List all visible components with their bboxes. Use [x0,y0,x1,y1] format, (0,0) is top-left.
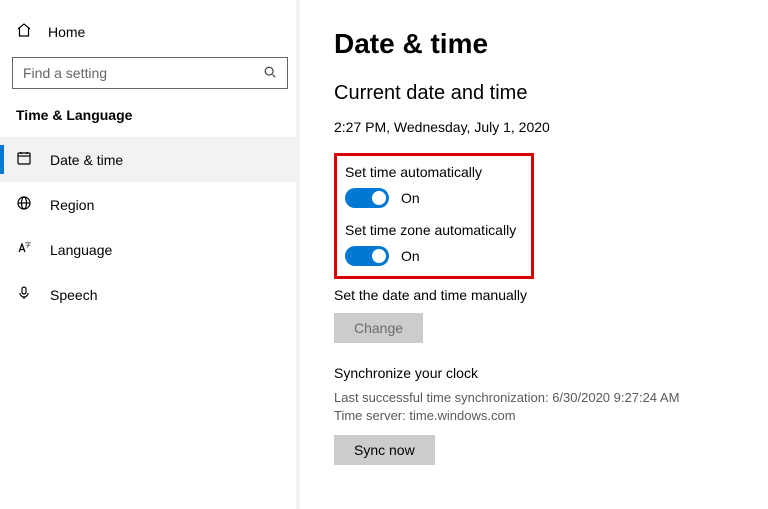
set-tz-auto-toggle[interactable] [345,246,389,266]
page-title: Date & time [334,28,744,60]
sidebar: Home Time & Language Date & time [0,0,300,509]
sidebar-item-label: Region [50,197,94,213]
set-time-auto-toggle[interactable] [345,188,389,208]
microphone-icon [16,285,32,304]
section-current-dt: Current date and time [334,82,744,105]
language-icon: 字 [16,240,32,259]
set-tz-auto-state: On [401,248,420,264]
sidebar-item-language[interactable]: 字 Language [0,227,300,272]
search-icon [263,65,277,82]
home-label: Home [48,24,85,40]
nav-list: Date & time Region 字 Language [0,137,300,317]
sync-info: Last successful time synchronization: 6/… [334,389,744,425]
category-heading: Time & Language [0,107,300,137]
sync-server: Time server: time.windows.com [334,407,744,425]
home-link[interactable]: Home [0,14,300,57]
change-button: Change [334,313,423,343]
set-time-auto-toggle-row: On [345,188,519,208]
sidebar-item-speech[interactable]: Speech [0,272,300,317]
main-content: Date & time Current date and time 2:27 P… [300,0,768,509]
sidebar-item-label: Speech [50,287,97,303]
sync-now-button[interactable]: Sync now [334,435,435,465]
home-icon [16,22,32,41]
set-tz-auto-toggle-row: On [345,246,519,266]
sidebar-item-region[interactable]: Region [0,182,300,227]
set-manual-label: Set the date and time manually [334,287,744,303]
highlight-box: Set time automatically On Set time zone … [334,153,534,279]
svg-text:字: 字 [25,241,31,249]
sidebar-item-date-time[interactable]: Date & time [0,137,300,182]
set-time-auto-label: Set time automatically [345,164,519,180]
sync-last: Last successful time synchronization: 6/… [334,389,744,407]
set-time-auto-state: On [401,190,420,206]
sidebar-item-label: Language [50,242,112,258]
globe-icon [16,195,32,214]
current-datetime: 2:27 PM, Wednesday, July 1, 2020 [334,119,744,135]
sync-section: Synchronize your clock Last successful t… [334,365,744,487]
clock-icon [16,150,32,169]
sync-title: Synchronize your clock [334,365,744,381]
search-box[interactable] [12,57,288,89]
set-tz-auto-label: Set time zone automatically [345,222,519,238]
search-input[interactable] [23,65,263,81]
sidebar-item-label: Date & time [50,152,123,168]
